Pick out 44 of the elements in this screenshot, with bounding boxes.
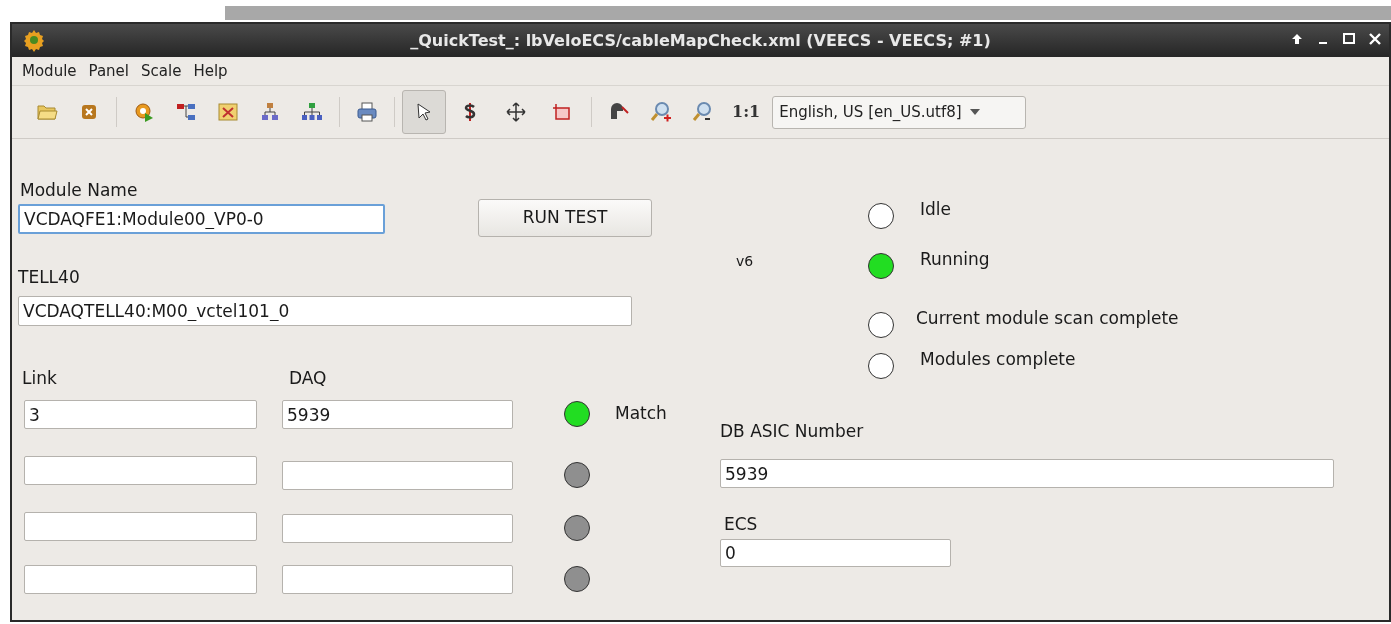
input-field[interactable]	[24, 565, 257, 594]
menu-item[interactable]: Scale	[137, 59, 186, 83]
input-field[interactable]	[24, 456, 257, 485]
tree-icon[interactable]	[175, 101, 197, 123]
input-field[interactable]	[24, 512, 257, 541]
run-test-button[interactable]: RUN TEST	[478, 199, 652, 237]
toolbox-icon[interactable]	[217, 101, 239, 123]
gear-icon[interactable]	[133, 101, 155, 123]
actual-size-button[interactable]: 1:1	[726, 100, 767, 124]
printer-icon[interactable]	[356, 101, 378, 123]
input-field[interactable]: VCDAQTELL40:M00_vctel101_0	[18, 296, 632, 326]
menu-item[interactable]: Help	[189, 59, 232, 83]
zoom-in-icon[interactable]	[650, 101, 672, 123]
match-label: Match	[615, 402, 667, 425]
caret-icon	[969, 109, 980, 115]
menu-item[interactable]: Panel	[84, 59, 133, 83]
hierarchy-icon[interactable]	[259, 101, 281, 123]
zoom-out-icon[interactable]	[692, 101, 714, 123]
window-title: _QuickTest_: lbVeloECS/cableMapCheck.xml (VEECS - VEECS; #1)	[410, 29, 991, 52]
column-header: DAQ	[289, 367, 327, 390]
gear-icon	[22, 28, 46, 52]
input-field[interactable]: 3	[24, 400, 257, 429]
status-label: Idle	[920, 198, 951, 221]
input-field[interactable]	[282, 514, 513, 543]
version-label: v6	[736, 252, 754, 271]
input-field[interactable]: 0	[720, 539, 951, 567]
input-field[interactable]	[282, 565, 513, 594]
crop-icon[interactable]	[551, 101, 573, 123]
field-label: ECS	[724, 513, 758, 536]
menu-item[interactable]: Module	[18, 59, 81, 83]
field-label: DB ASIC Number	[720, 420, 864, 443]
hierarchy-icon[interactable]	[301, 101, 323, 123]
input-field[interactable]: VCDAQFE1:Module00_VP0-0	[18, 204, 385, 234]
input-field[interactable]	[282, 461, 513, 490]
column-header: Link	[22, 367, 57, 390]
status-label: Modules complete	[920, 348, 1076, 371]
locale-dropdown[interactable]: English, US [en_US.utf8]	[772, 95, 1027, 129]
field-label: Module Name	[20, 179, 138, 202]
move-icon[interactable]	[505, 101, 527, 123]
field-label: TELL40	[18, 266, 80, 289]
status-label: Current module scan complete	[916, 307, 1179, 330]
status-label: Running	[920, 248, 990, 271]
input-field[interactable]: 5939	[282, 400, 513, 429]
input-field[interactable]: 5939	[720, 459, 1334, 488]
